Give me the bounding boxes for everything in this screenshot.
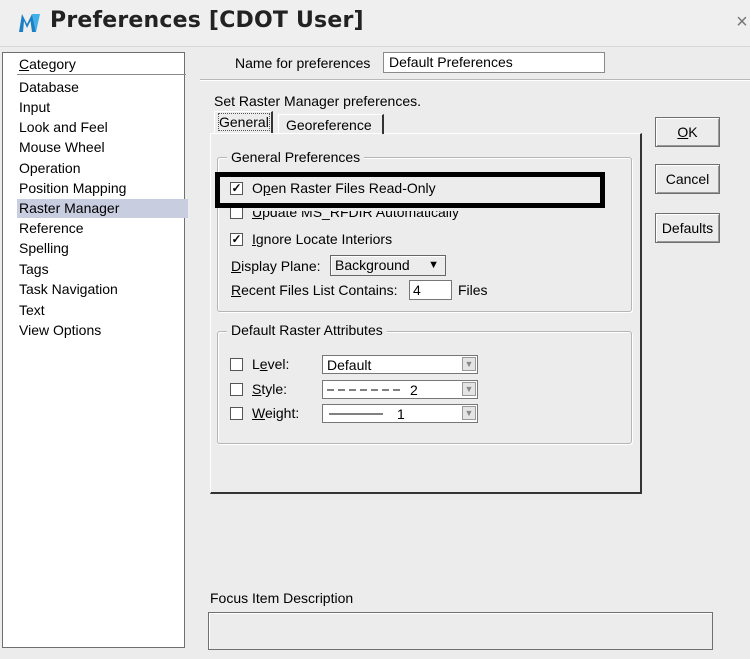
weight-label: Weight: — [252, 405, 300, 421]
window-title: Preferences [CDOT User] — [50, 8, 364, 33]
recent-files-label: Recent Files List Contains: — [231, 282, 398, 298]
close-icon[interactable]: × — [730, 10, 750, 34]
chevron-down-icon: ▼ — [428, 259, 439, 271]
defaults-button[interactable]: Defaults — [655, 213, 720, 243]
category-item-position-mapping[interactable]: Position Mapping — [19, 179, 126, 198]
category-item-operation[interactable]: Operation — [19, 159, 80, 178]
recent-files-count-input[interactable]: 4 — [409, 280, 452, 300]
category-item-input[interactable]: Input — [19, 98, 50, 117]
ok-button[interactable]: OK — [655, 117, 720, 147]
category-item-text[interactable]: Text — [19, 301, 45, 320]
panel-description: Set Raster Manager preferences. — [214, 93, 421, 109]
default-raster-attributes-legend: Default Raster Attributes — [227, 322, 387, 338]
style-label: Style: — [252, 381, 288, 397]
category-header: Category — [19, 56, 76, 72]
category-item-mouse-wheel[interactable]: Mouse Wheel — [19, 138, 105, 157]
focus-item-description-box — [208, 612, 713, 650]
category-item-raster-manager[interactable]: Raster Manager — [17, 199, 188, 218]
level-dropdown[interactable]: Default — [322, 355, 478, 374]
category-item-spelling[interactable]: Spelling — [19, 239, 69, 258]
highlight-rectangle — [215, 172, 605, 208]
chevron-down-icon[interactable]: ▼ — [462, 406, 476, 420]
recent-files-suffix: Files — [458, 282, 488, 298]
line-style-swatch — [327, 389, 403, 391]
category-item-view-options[interactable]: View Options — [19, 321, 101, 340]
display-plane-label: Display Plane: — [231, 258, 321, 274]
focus-item-description-label: Focus Item Description — [210, 590, 354, 606]
category-item-tags[interactable]: Tags — [19, 260, 49, 279]
style-checkbox[interactable] — [230, 383, 243, 396]
category-item-database[interactable]: Database — [19, 78, 79, 97]
chevron-down-icon[interactable]: ▼ — [462, 357, 476, 371]
category-item-task-navigation[interactable]: Task Navigation — [19, 280, 118, 299]
separator — [200, 79, 750, 81]
tab-georeference[interactable]: Georeference — [278, 114, 384, 134]
category-list[interactable]: Category Database Input Look and Feel Mo… — [2, 52, 188, 648]
microstation-m-icon — [19, 14, 40, 32]
category-item-reference[interactable]: Reference — [19, 219, 84, 238]
style-dropdown[interactable]: 2 — [322, 380, 478, 399]
weight-checkbox[interactable] — [230, 407, 243, 420]
ignore-locate-interiors-checkbox[interactable]: ✓ — [230, 233, 243, 246]
cancel-button[interactable]: Cancel — [655, 164, 720, 194]
ignore-locate-interiors-label[interactable]: Ignore Locate Interiors — [252, 231, 392, 247]
name-for-preferences-field[interactable]: Default Preferences — [383, 52, 605, 73]
display-plane-select[interactable]: Background ▼ — [330, 255, 446, 276]
general-preferences-legend: General Preferences — [227, 149, 365, 165]
line-weight-swatch — [329, 413, 383, 415]
level-checkbox[interactable] — [230, 358, 243, 371]
weight-dropdown[interactable]: 1 — [322, 404, 478, 423]
chevron-down-icon[interactable]: ▼ — [462, 382, 476, 396]
category-item-look-and-feel[interactable]: Look and Feel — [19, 118, 108, 137]
level-label: Level: — [252, 356, 290, 372]
name-for-preferences-label: Name for preferences — [235, 55, 371, 71]
tab-general[interactable]: General — [214, 111, 273, 133]
